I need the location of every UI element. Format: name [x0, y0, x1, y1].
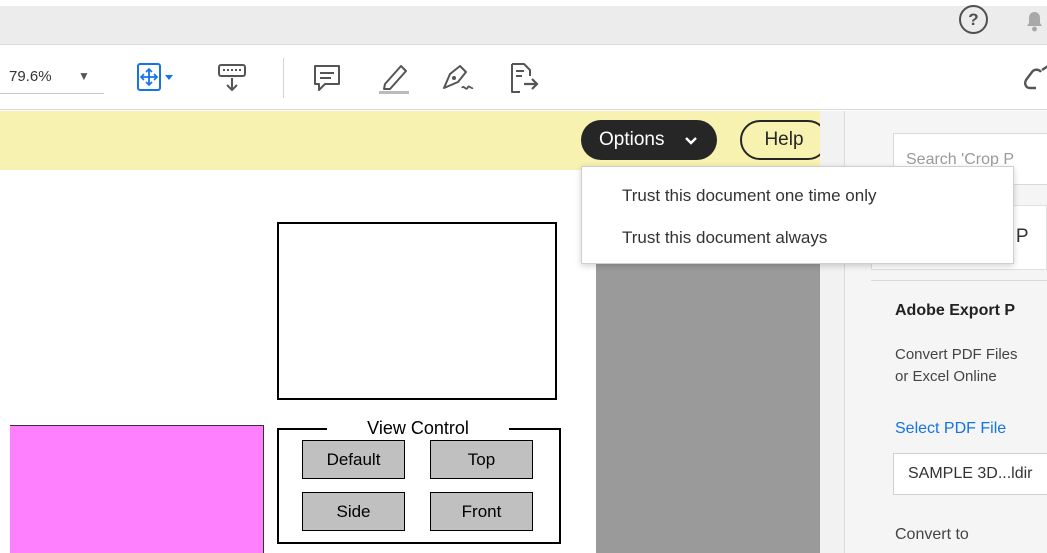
export-desc-line: or Excel Online — [895, 368, 997, 385]
app-window: ? 79.6% ▼ Options Help View Control Defa… — [0, 0, 1047, 553]
side-view-button[interactable]: Side — [302, 492, 405, 531]
help-circle-icon[interactable]: ? — [959, 5, 988, 34]
zoom-value: 79.6% — [9, 68, 52, 85]
options-menu: Trust this document one time only Trust … — [581, 166, 1014, 264]
export-description: Convert PDF Files or Excel Online — [895, 344, 1047, 388]
fit-page-icon[interactable] — [134, 58, 174, 98]
options-label: Options — [599, 129, 665, 150]
file-name: SAMPLE 3D...ldir — [908, 465, 1033, 482]
menu-item-trust-once[interactable]: Trust this document one time only — [622, 186, 877, 206]
front-view-button[interactable]: Front — [430, 492, 533, 531]
export-title: Adobe Export P — [895, 302, 1016, 319]
convert-to-label: Convert to — [895, 526, 969, 543]
select-pdf-file-link[interactable]: Select PDF File — [895, 420, 1006, 438]
export-desc-line: Convert PDF Files — [895, 346, 1018, 363]
top-bar: ? — [0, 0, 1047, 45]
top-edge — [0, 0, 1047, 6]
top-view-button[interactable]: Top — [430, 440, 533, 479]
help-button[interactable]: Help — [740, 120, 828, 160]
highlight-icon[interactable] — [373, 58, 413, 98]
toolbar-separator — [283, 58, 284, 98]
sign-icon[interactable] — [438, 58, 478, 98]
bell-icon[interactable] — [1022, 8, 1047, 33]
link-icon[interactable] — [1020, 58, 1047, 98]
chevron-down-icon — [684, 120, 698, 160]
export-icon[interactable] — [502, 58, 542, 98]
view-control-title: View Control — [327, 416, 509, 440]
selected-file-field[interactable]: SAMPLE 3D...ldir — [893, 453, 1047, 495]
trust-notice-bar — [0, 111, 844, 170]
default-view-button[interactable]: Default — [302, 440, 405, 479]
zoom-select[interactable]: 79.6% ▼ — [0, 60, 104, 94]
options-button[interactable]: Options — [581, 120, 717, 160]
comment-icon[interactable] — [307, 58, 347, 98]
chevron-down-icon: ▼ — [78, 69, 90, 83]
scroll-mode-icon[interactable] — [212, 58, 252, 98]
pink-panel — [10, 425, 264, 553]
toolbar: 79.6% ▼ — [0, 46, 1047, 110]
pane-divider — [871, 280, 1047, 281]
3d-view-box[interactable] — [277, 222, 557, 400]
menu-item-trust-always[interactable]: Trust this document always — [622, 228, 827, 248]
